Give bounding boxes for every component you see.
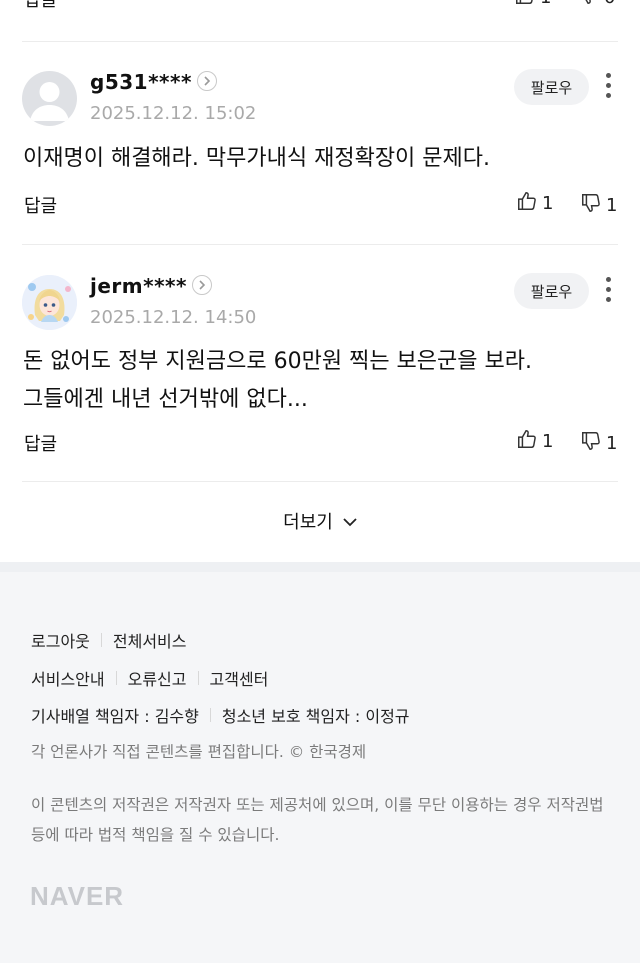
dislike-button[interactable]: 1 <box>580 192 617 218</box>
divider <box>209 708 211 722</box>
like-count: 1 <box>540 0 551 8</box>
copyright-note: 이 콘텐츠의 저작권은 저작권자 또는 제공처에 있으며, 이를 무단 이용하는… <box>31 796 604 844</box>
follow-button[interactable]: 팔로우 <box>514 273 589 309</box>
load-more-button[interactable]: 더보기 <box>0 503 640 539</box>
divider <box>22 41 618 42</box>
divider <box>22 244 618 245</box>
dislike-count: 1 <box>606 432 618 454</box>
reply-button[interactable]: 답글 <box>24 430 57 456</box>
thumbs-up-icon <box>516 428 538 455</box>
username[interactable]: jerm**** <box>90 274 187 298</box>
previous-comment-actions: 답글 1 0 <box>0 0 640 12</box>
divider <box>100 633 102 647</box>
article-arrangement-manager[interactable]: 기사배열 책임자 : 김수향 <box>31 703 199 727</box>
avatar[interactable] <box>22 275 77 330</box>
logout-link[interactable]: 로그아웃 <box>31 628 90 652</box>
chevron-right-icon[interactable] <box>192 275 212 295</box>
username[interactable]: g531**** <box>90 70 192 94</box>
dislike-count: 0 <box>604 0 615 8</box>
customer-center-link[interactable]: 고객센터 <box>210 666 269 690</box>
follow-button[interactable]: 팔로우 <box>514 69 589 105</box>
service-info-link[interactable]: 서비스안내 <box>31 666 105 690</box>
divider <box>22 481 618 482</box>
more-options-icon[interactable] <box>603 276 615 306</box>
all-services-link[interactable]: 전체서비스 <box>113 628 187 652</box>
divider <box>115 671 117 685</box>
reply-button[interactable]: 답글 <box>24 0 57 12</box>
thumbs-up-icon <box>516 190 538 217</box>
load-more-label: 더보기 <box>283 512 333 533</box>
youth-protection-manager[interactable]: 청소년 보호 책임자 : 이정규 <box>222 703 410 727</box>
thumbs-down-icon <box>578 0 600 11</box>
dislike-button[interactable]: 0 <box>578 0 615 10</box>
chevron-down-icon <box>343 511 357 532</box>
thumbs-down-icon <box>580 192 602 219</box>
avatar[interactable] <box>22 71 77 126</box>
like-count: 1 <box>542 192 554 214</box>
thumbs-up-icon <box>514 0 536 11</box>
dislike-count: 1 <box>606 194 618 216</box>
like-count: 1 <box>542 430 554 452</box>
like-button[interactable]: 1 <box>514 0 551 10</box>
like-button[interactable]: 1 <box>516 190 553 216</box>
like-button[interactable]: 1 <box>516 428 553 454</box>
editing-note: 각 언론사가 직접 콘텐츠를 편집합니다. © 한국경제 <box>31 743 367 761</box>
chevron-right-icon[interactable] <box>197 71 217 91</box>
comment-text: 돈 없어도 정부 지원금으로 60만원 찍는 보은군을 보라. 그들에겐 내년 … <box>23 349 532 412</box>
more-options-icon[interactable] <box>603 72 615 102</box>
comment-date: 2025.12.12. 14:50 <box>90 307 257 328</box>
divider <box>197 671 199 685</box>
report-error-link[interactable]: 오류신고 <box>128 666 187 690</box>
comment-date: 2025.12.12. 15:02 <box>90 103 257 124</box>
naver-logo[interactable]: NAVER <box>30 881 124 912</box>
footer-responsible-row: 기사배열 책임자 : 김수향 청소년 보호 책임자 : 이정규 <box>31 703 410 727</box>
dislike-button[interactable]: 1 <box>580 430 617 456</box>
footer-links-row: 서비스안내 오류신고 고객센터 <box>31 666 268 690</box>
comment-text: 이재명이 해결해라. 막무가내식 재정확장이 문제다. <box>23 146 491 171</box>
reply-button[interactable]: 답글 <box>24 192 57 218</box>
section-separator <box>0 562 640 572</box>
thumbs-down-icon <box>580 430 602 457</box>
footer-links-row: 로그아웃 전체서비스 <box>31 628 187 652</box>
